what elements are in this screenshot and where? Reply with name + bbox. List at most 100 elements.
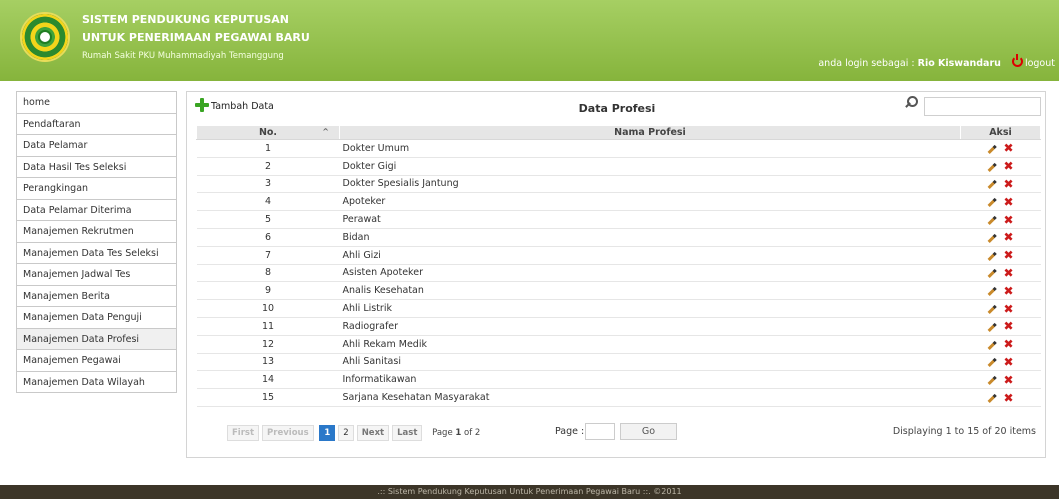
- table-row: 14 Informatikawan ✖: [196, 370, 1041, 390]
- sidebar-item[interactable]: Data Pelamar: [17, 135, 176, 157]
- table-row: 8 Asisten Apoteker ✖: [196, 264, 1041, 283]
- go-button[interactable]: Go: [620, 423, 677, 440]
- sort-asc-icon[interactable]: ^: [322, 127, 329, 136]
- cell-nama-profesi: Perawat: [339, 210, 961, 229]
- sidebar-item[interactable]: Manajemen Data Tes Seleksi: [17, 242, 176, 264]
- profesi-table: No. ^ Nama Profesi Aksi 1 Dokter Umum ✖ 2 Dok…: [196, 125, 1041, 407]
- app-title-line1: SISTEM PENDUKUNG KEPUTUSAN: [82, 13, 290, 26]
- sidebar-item[interactable]: Manajemen Berita: [17, 285, 176, 307]
- sidebar-item[interactable]: Manajemen Data Penguji: [17, 307, 176, 329]
- cell-nama-profesi: Dokter Umum: [339, 139, 961, 158]
- delete-x-icon[interactable]: ✖: [1003, 248, 1013, 262]
- cell-aksi: ✖: [960, 139, 1041, 158]
- hospital-logo: [20, 12, 70, 62]
- delete-x-icon[interactable]: ✖: [1003, 230, 1013, 244]
- cell-nama-profesi: Ahli Gizi: [339, 246, 961, 265]
- header-nama-profesi[interactable]: Nama Profesi: [339, 125, 961, 140]
- pencil-icon[interactable]: [988, 198, 997, 207]
- delete-x-icon[interactable]: ✖: [1003, 213, 1013, 227]
- first-page-button[interactable]: First: [227, 425, 260, 441]
- sidebar-item[interactable]: Data Pelamar Diterima: [17, 199, 176, 221]
- sidebar-item[interactable]: Perangkingan: [17, 178, 176, 200]
- cell-nama-profesi: Asisten Apoteker: [339, 264, 961, 283]
- cell-aksi: ✖: [960, 157, 1041, 176]
- delete-x-icon[interactable]: ✖: [1003, 373, 1013, 387]
- pencil-icon[interactable]: [988, 287, 997, 296]
- logout-link[interactable]: logout: [1025, 58, 1055, 69]
- cell-no: 7: [196, 246, 340, 265]
- delete-x-icon[interactable]: ✖: [1003, 177, 1013, 191]
- cell-aksi: ✖: [960, 264, 1041, 283]
- header-no[interactable]: No. ^: [196, 125, 340, 140]
- pencil-icon[interactable]: [988, 144, 997, 154]
- sidebar-item[interactable]: Data Hasil Tes Seleksi: [17, 156, 176, 178]
- cell-no: 5: [196, 210, 340, 229]
- pencil-icon[interactable]: [988, 233, 997, 243]
- pencil-icon[interactable]: [988, 180, 997, 190]
- table-row: 15 Sarjana Kesehatan Masyarakat ✖: [196, 388, 1041, 407]
- delete-x-icon[interactable]: ✖: [1003, 195, 1013, 209]
- cell-aksi: ✖: [960, 175, 1041, 194]
- cell-nama-profesi: Sarjana Kesehatan Masyarakat: [339, 388, 961, 407]
- cell-aksi: ✖: [960, 388, 1041, 407]
- cell-aksi: ✖: [960, 299, 1041, 318]
- cell-nama-profesi: Dokter Spesialis Jantung: [339, 175, 961, 194]
- pencil-icon[interactable]: [988, 340, 997, 350]
- pencil-icon[interactable]: [988, 304, 997, 314]
- sidebar-item[interactable]: Manajemen Data Wilayah: [17, 371, 176, 393]
- pencil-icon[interactable]: [988, 251, 997, 261]
- delete-x-icon[interactable]: ✖: [1003, 319, 1013, 333]
- delete-x-icon[interactable]: ✖: [1003, 302, 1013, 316]
- delete-x-icon[interactable]: ✖: [1003, 159, 1013, 173]
- delete-x-icon[interactable]: ✖: [1003, 337, 1013, 351]
- data-profesi-panel: Tambah Data Data Profesi No. ^ Nama Profe…: [186, 91, 1046, 458]
- page-1-button[interactable]: 1: [319, 425, 336, 441]
- power-icon[interactable]: [1011, 54, 1023, 67]
- table-row: 5 Perawat ✖: [196, 210, 1041, 229]
- sidebar-item[interactable]: Pendaftaran: [17, 113, 176, 135]
- sidebar-item[interactable]: Manajemen Data Profesi: [17, 328, 176, 350]
- cell-no: 15: [196, 388, 340, 407]
- delete-x-icon[interactable]: ✖: [1003, 391, 1013, 405]
- sidebar-item[interactable]: Manajemen Rekrutmen: [17, 221, 176, 243]
- table-row: 3 Dokter Spesialis Jantung ✖: [196, 175, 1041, 194]
- pencil-icon[interactable]: [988, 269, 997, 279]
- pencil-icon[interactable]: [988, 322, 997, 332]
- table-row: 9 Analis Kesehatan ✖: [196, 281, 1041, 301]
- sidebar-item[interactable]: Manajemen Jadwal Tes: [17, 264, 176, 286]
- previous-page-button[interactable]: Previous: [262, 425, 314, 441]
- login-prefix: anda login sebagai :: [818, 58, 915, 69]
- sidebar-item[interactable]: home: [17, 92, 176, 114]
- delete-x-icon[interactable]: ✖: [1003, 266, 1013, 280]
- cell-aksi: ✖: [960, 210, 1041, 229]
- table-row: 1 Dokter Umum ✖: [196, 139, 1041, 158]
- last-page-button[interactable]: Last: [392, 425, 423, 441]
- search-input[interactable]: [924, 97, 1041, 116]
- next-page-button[interactable]: Next: [356, 425, 390, 441]
- cell-aksi: ✖: [960, 335, 1041, 354]
- cell-no: 14: [196, 370, 340, 390]
- delete-x-icon[interactable]: ✖: [1003, 141, 1013, 155]
- page-jump-input[interactable]: [585, 423, 615, 440]
- sidebar-item[interactable]: Manajemen Pegawai: [17, 350, 176, 372]
- pencil-icon[interactable]: [988, 393, 997, 403]
- cell-aksi: ✖: [960, 228, 1041, 247]
- delete-x-icon[interactable]: ✖: [1003, 284, 1013, 298]
- delete-x-icon[interactable]: ✖: [1003, 355, 1013, 369]
- table-row: 11 Radiografer ✖: [196, 317, 1041, 336]
- page-2-button[interactable]: 2: [338, 425, 354, 441]
- cell-no: 9: [196, 281, 340, 301]
- cell-nama-profesi: Apoteker: [339, 192, 961, 212]
- display-info: Displaying 1 to 15 of 20 items: [892, 426, 1036, 437]
- sidebar-menu: home Pendaftaran Data Pelamar Data Hasil Te…: [16, 91, 177, 393]
- cell-nama-profesi: Bidan: [339, 228, 961, 247]
- cell-nama-profesi: Analis Kesehatan: [339, 281, 961, 301]
- cell-nama-profesi: Ahli Listrik: [339, 299, 961, 318]
- pagination: First Previous 1 2 Next Last Page 1 of 2: [227, 425, 480, 441]
- pencil-icon[interactable]: [988, 376, 997, 385]
- pencil-icon[interactable]: [988, 215, 997, 225]
- pencil-icon[interactable]: [988, 358, 997, 368]
- pencil-icon[interactable]: [988, 162, 997, 172]
- cell-no: 1: [196, 139, 340, 158]
- cell-nama-profesi: Informatikawan: [339, 370, 961, 390]
